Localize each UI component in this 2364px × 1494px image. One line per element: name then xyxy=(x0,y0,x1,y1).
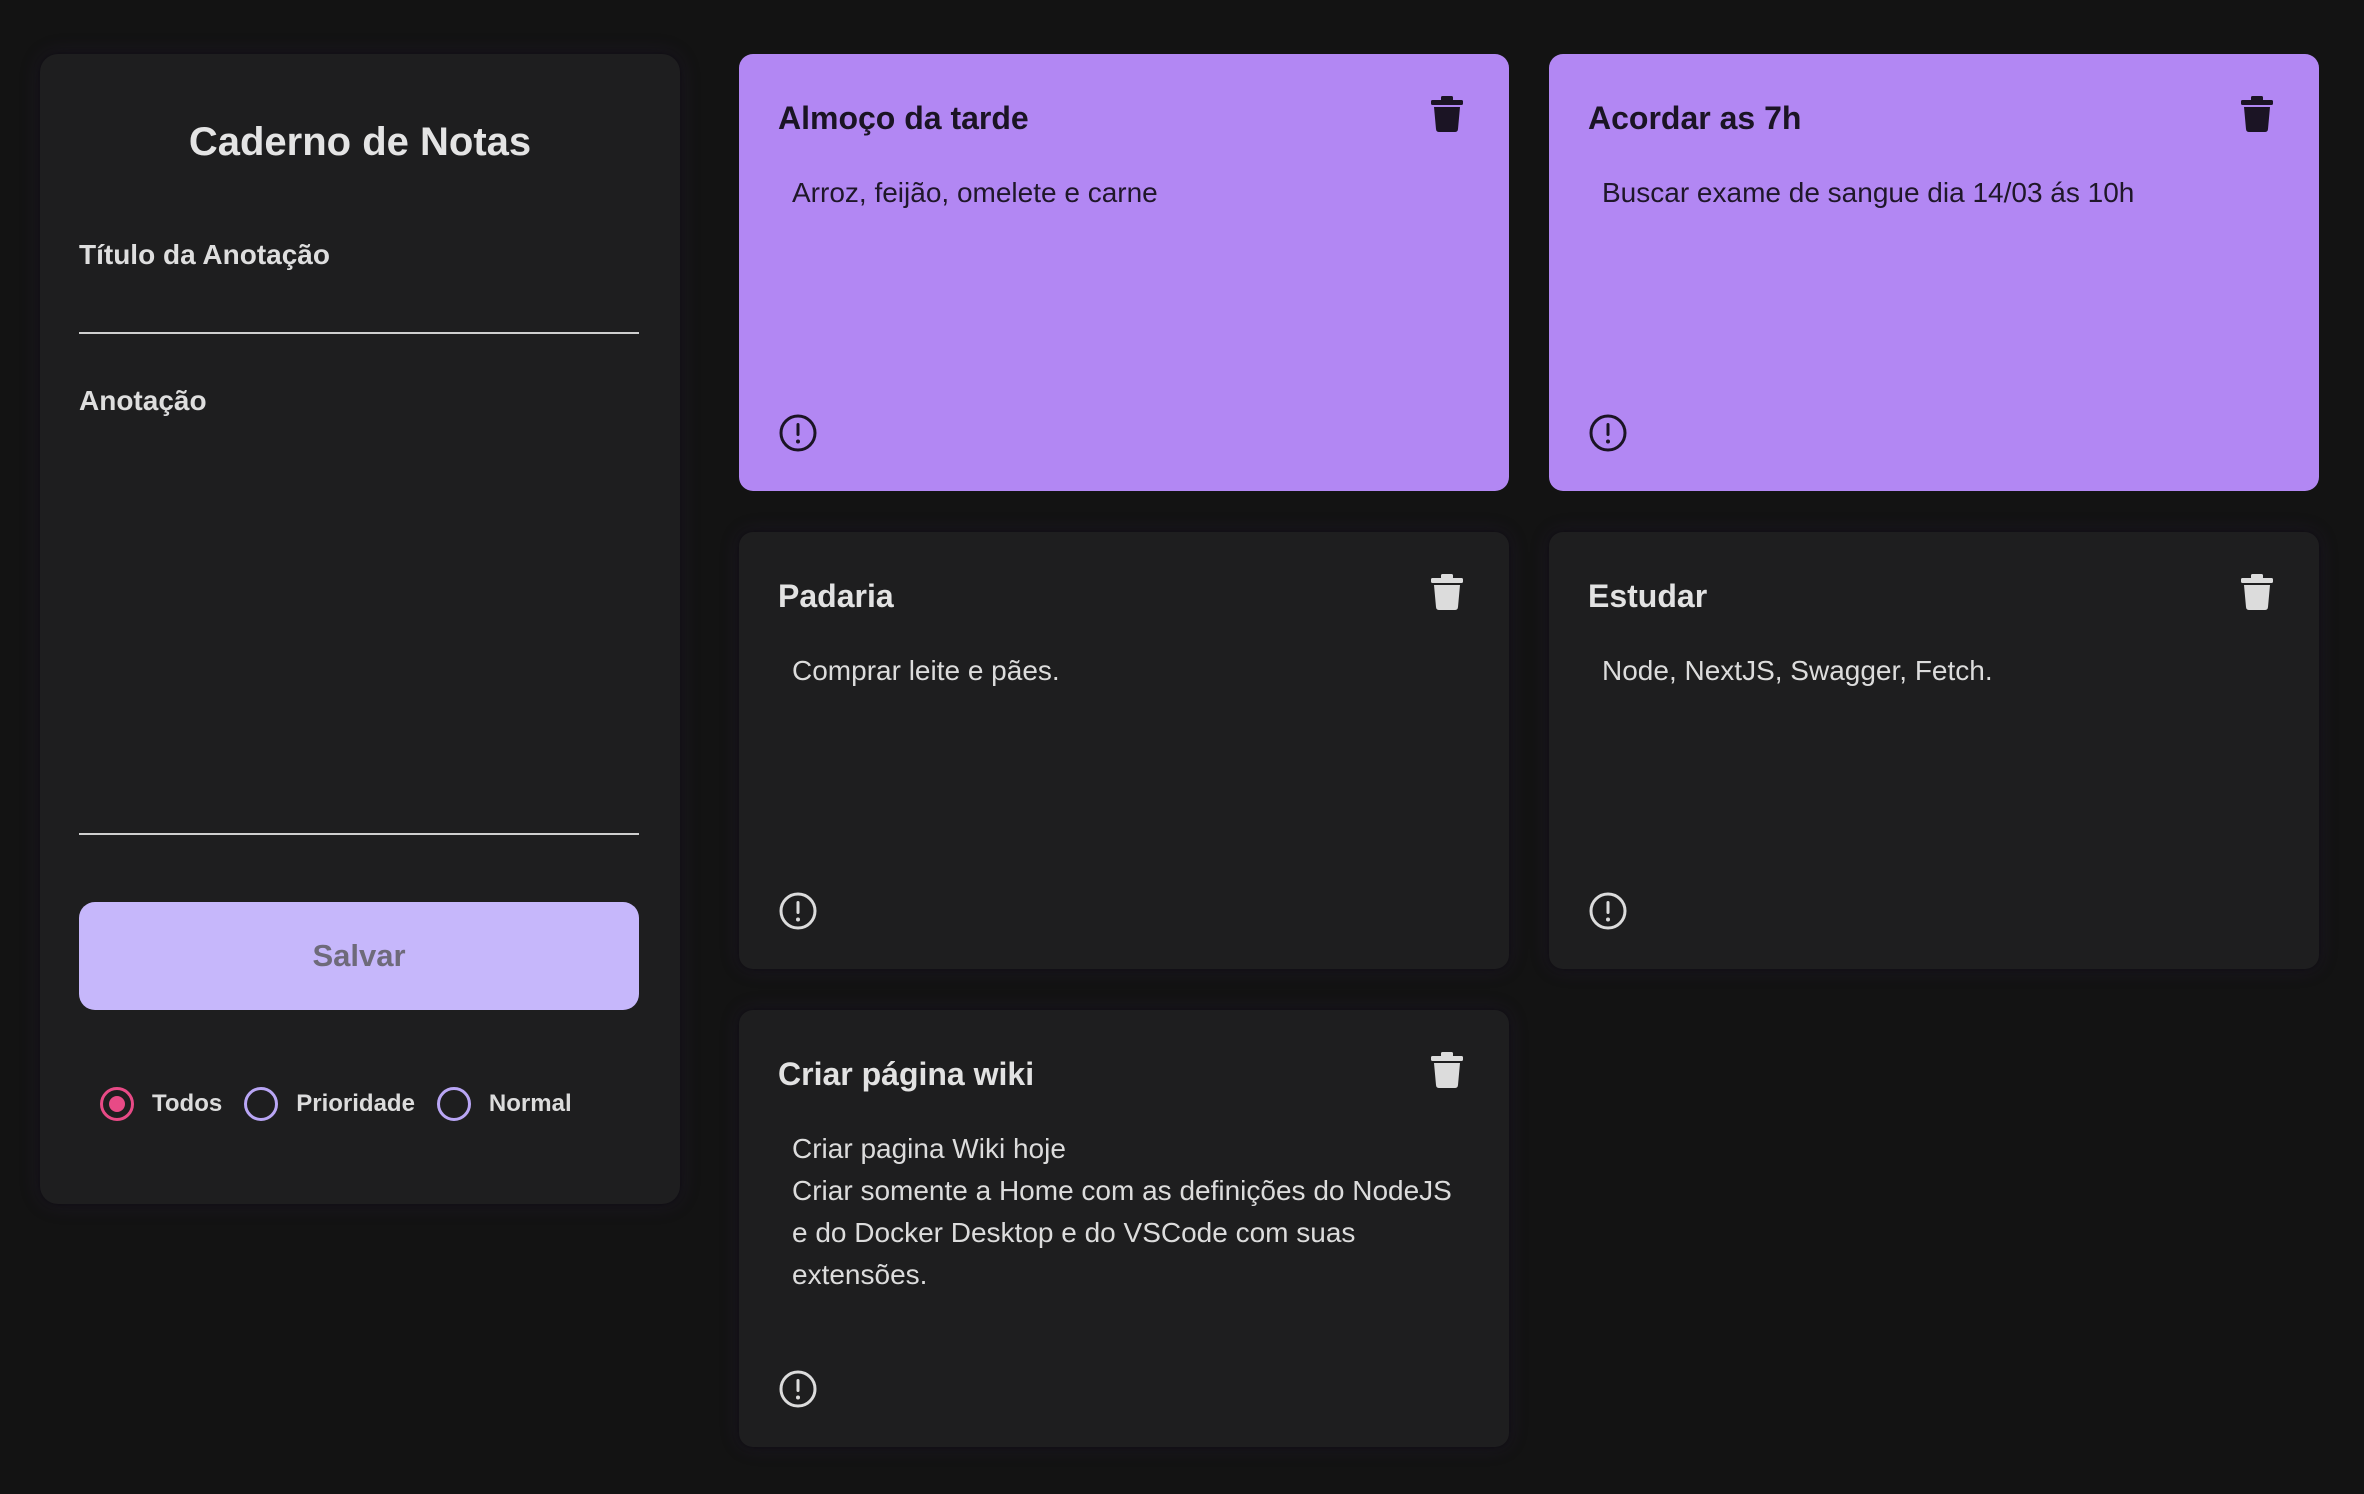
filter-radio-group: Todos Prioridade Normal xyxy=(100,1078,594,1130)
alert-circle-icon[interactable] xyxy=(1588,413,1628,453)
filter-all-label: Todos xyxy=(152,1090,223,1117)
alert-circle-icon[interactable] xyxy=(778,891,818,931)
filter-all-option[interactable]: Todos xyxy=(100,1087,222,1121)
filter-priority-label: Prioridade xyxy=(296,1090,415,1117)
note-title-input[interactable] xyxy=(79,284,639,334)
filter-normal-option[interactable]: Normal xyxy=(436,1087,572,1121)
note-card-body: Comprar leite e pães. xyxy=(792,655,1060,686)
note-card-body: Criar pagina Wiki hoje Criar somente a H… xyxy=(792,1133,1452,1290)
note-body-textarea[interactable] xyxy=(79,430,639,835)
trash-icon[interactable] xyxy=(1431,574,1463,610)
filter-priority-radio[interactable] xyxy=(244,1087,279,1121)
trash-icon[interactable] xyxy=(1431,1052,1463,1088)
trash-icon[interactable] xyxy=(2241,96,2273,132)
app-title: Caderno de Notas xyxy=(188,120,532,164)
note-card: Almoço da tarde Arroz, feijão, omelete e… xyxy=(739,54,1509,491)
filter-priority-option[interactable]: Prioridade xyxy=(244,1087,415,1121)
trash-icon[interactable] xyxy=(2241,574,2273,610)
note-card-title: Estudar xyxy=(1588,578,1708,614)
note-card-title: Almoço da tarde xyxy=(778,100,1029,136)
note-card: Estudar Node, NextJS, Swagger, Fetch. xyxy=(1549,532,2319,969)
filter-all-radio[interactable] xyxy=(100,1087,134,1121)
note-card-title: Criar página wiki xyxy=(778,1056,1035,1092)
note-card-body: Arroz, feijão, omelete e carne xyxy=(792,177,1158,208)
title-field-label: Título da Anotação xyxy=(79,239,330,270)
note-card-title: Padaria xyxy=(778,578,894,614)
note-card-title: Acordar as 7h xyxy=(1588,100,1802,136)
note-form-panel: Caderno de Notas Título da Anotação Anot… xyxy=(40,54,680,1204)
note-card-body: Node, NextJS, Swagger, Fetch. xyxy=(1602,655,1993,686)
note-card: Criar página wiki Criar pagina Wiki hoje… xyxy=(739,1010,1509,1447)
filter-normal-radio[interactable] xyxy=(436,1087,471,1121)
trash-icon[interactable] xyxy=(1431,96,1463,132)
note-card: Acordar as 7h Buscar exame de sangue dia… xyxy=(1549,54,2319,491)
filter-normal-label: Normal xyxy=(488,1090,572,1117)
alert-circle-icon[interactable] xyxy=(1588,891,1628,931)
save-button[interactable]: Salvar xyxy=(79,902,639,1010)
note-card: Padaria Comprar leite e pães. xyxy=(739,532,1509,969)
note-field-label: Anotação xyxy=(79,385,207,416)
alert-circle-icon[interactable] xyxy=(778,413,818,453)
note-card-body: Buscar exame de sangue dia 14/03 ás 10h xyxy=(1602,177,2135,208)
alert-circle-icon[interactable] xyxy=(778,1369,818,1409)
